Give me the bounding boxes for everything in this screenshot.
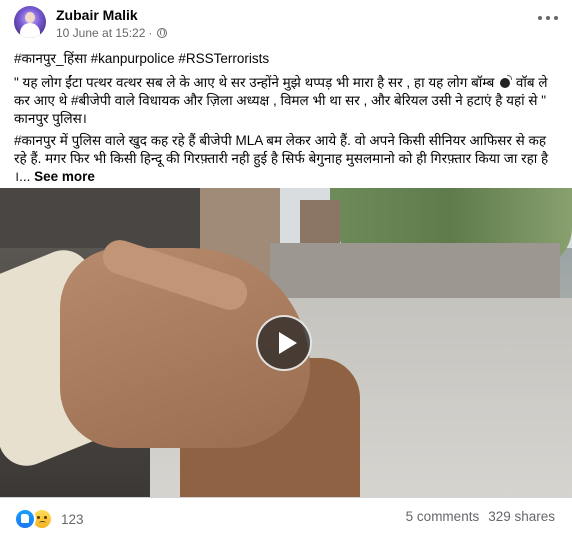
hashtags[interactable]: #कानपुर_हिंसा #kanpurpolice #RSSTerroris… — [14, 50, 562, 68]
meta-separator: · — [148, 26, 153, 40]
avatar-head — [25, 12, 35, 23]
more-dot — [554, 16, 558, 20]
post-date[interactable]: 10 June at 15:22 — [56, 26, 145, 40]
engagement-stats: 5 comments 329 shares — [406, 509, 555, 524]
quote-part-1: " यह लोग ईंटा पत्थर वत्थर सब ले के आए थे… — [14, 75, 499, 90]
more-options-icon[interactable] — [538, 14, 558, 22]
quote-paragraph: " यह लोग ईंटा पत्थर वत्थर सब ले के आए थे… — [14, 74, 562, 128]
author-name[interactable]: Zubair Malik — [56, 7, 138, 23]
like-reaction-icon — [14, 508, 36, 530]
second-paragraph: #कानपुर में पुलिस वाले खुद कह रहे हैं बी… — [14, 132, 562, 186]
video-player[interactable] — [0, 188, 572, 497]
see-more-link[interactable]: See more — [34, 169, 95, 184]
post-text: #कानपुर_हिंसा #kanpurpolice #RSSTerroris… — [14, 50, 562, 186]
avatar-body — [20, 23, 40, 38]
reactions-summary[interactable]: 123 — [14, 508, 84, 530]
post-card: Zubair Malik 10 June at 15:22 · #कानपुर_… — [0, 0, 572, 535]
play-button-icon[interactable] — [256, 315, 312, 371]
globe-icon[interactable] — [157, 28, 168, 38]
avatar[interactable] — [14, 6, 46, 38]
more-dot — [538, 16, 542, 20]
reaction-count[interactable]: 123 — [61, 512, 84, 527]
more-dot — [546, 16, 550, 20]
video-scene-shops — [270, 243, 560, 303]
shares-count[interactable]: 329 shares — [488, 509, 555, 524]
post-header: Zubair Malik 10 June at 15:22 · — [0, 0, 572, 44]
post-footer: 123 5 comments 329 shares — [0, 497, 572, 535]
bomb-emoji-icon — [500, 75, 513, 88]
comments-count[interactable]: 5 comments — [406, 509, 480, 524]
post-meta: 10 June at 15:22 · — [56, 26, 168, 40]
